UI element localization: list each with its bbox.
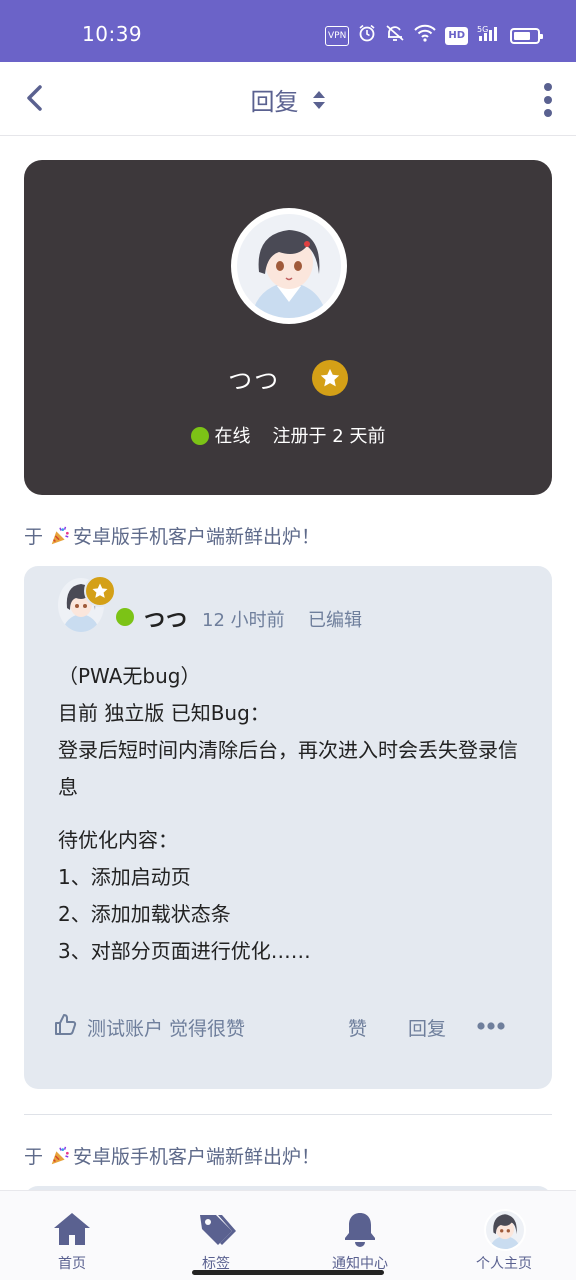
divider: [24, 1114, 552, 1115]
svg-text:5G: 5G: [477, 25, 488, 34]
avatar-image: [237, 214, 341, 318]
post-line: 1、添加启动页: [58, 865, 191, 889]
post-edited-label: 已编辑: [308, 610, 362, 631]
post-line: 2、添加加载状态条: [58, 902, 231, 926]
top-app-bar: 回复: [0, 62, 576, 136]
user-profile-card: つつ 在线 注册于 2 天前: [24, 160, 552, 495]
thread-prefix: 于: [24, 526, 44, 548]
author-badge[interactable]: [84, 575, 116, 607]
party-popper-icon: [51, 1146, 69, 1165]
avatar: [484, 1209, 526, 1251]
page-title: 回复: [250, 88, 299, 116]
profile-username: つつ: [228, 366, 281, 395]
post-header: つつ 12 小时前 已编辑: [58, 575, 538, 634]
post-actions: 测试账户 觉得很赞 赞 回复: [54, 1010, 524, 1042]
online-status-text: 在线: [214, 426, 251, 447]
post-line: 登录后短时间内清除后台，再次进入时会丢失登录信息: [58, 738, 518, 799]
home-icon: [54, 1213, 90, 1245]
post-card: つつ 12 小时前 已编辑 （PWA无bug） 目前 独立版 已知Bug： 登录…: [24, 566, 552, 1089]
sort-selector[interactable]: 回复: [0, 82, 576, 117]
battery-icon: [510, 28, 543, 44]
hd-icon: HD: [445, 27, 468, 45]
post-line: 待优化内容：: [58, 828, 178, 852]
online-status-dot: [116, 608, 134, 626]
sort-updown-icon: [312, 90, 325, 109]
user-badge[interactable]: [311, 360, 348, 396]
party-popper-icon: [51, 526, 69, 545]
vpn-icon: VPN: [325, 26, 350, 46]
alarm-icon: [358, 24, 376, 48]
post-line: （PWA无bug）: [58, 664, 201, 688]
post-author-name[interactable]: つつ: [144, 604, 188, 634]
thread-link[interactable]: 于 安卓版手机客户端新鲜出炉！: [24, 522, 320, 549]
nav-tags[interactable]: 标签: [144, 1191, 288, 1281]
nav-profile-label: 个人主页: [476, 1256, 532, 1272]
tags-icon: [200, 1215, 236, 1245]
bell-icon: [345, 1213, 375, 1247]
vertical-dots-icon: [544, 83, 552, 117]
more-menu-button[interactable]: [540, 82, 556, 118]
nav-profile[interactable]: 个人主页: [432, 1191, 576, 1281]
thumbs-up-icon: [55, 1014, 77, 1035]
thread-title: 安卓版手机客户端新鲜出炉！: [73, 526, 321, 548]
avatar[interactable]: [231, 208, 347, 324]
nav-notifications[interactable]: 通知中心: [288, 1191, 432, 1281]
home-indicator[interactable]: [192, 1270, 384, 1275]
post-line: 目前 独立版 已知Bug：: [58, 701, 270, 725]
profile-meta: 在线 注册于 2 天前: [24, 422, 552, 448]
star-icon: [92, 583, 108, 598]
post-timestamp[interactable]: 12 小时前: [202, 606, 285, 632]
nav-home-label: 首页: [58, 1256, 86, 1272]
signal-5g-icon: 5G: [477, 24, 501, 48]
thread-link[interactable]: 于 安卓版手机客户端新鲜出炉！: [24, 1142, 320, 1169]
liked-by-text[interactable]: 测试账户 觉得很赞: [87, 1014, 245, 1041]
thread-prefix: 于: [24, 1146, 44, 1168]
status-bar: 10:39 VPN HD 5G: [0, 0, 576, 62]
mute-icon: [385, 24, 405, 48]
wifi-icon: [414, 24, 437, 48]
post-line: 3、对部分页面进行优化……: [58, 939, 311, 963]
like-button[interactable]: 赞: [348, 1014, 367, 1041]
more-horizontal-icon[interactable]: [477, 1010, 505, 1042]
post-content: （PWA无bug） 目前 独立版 已知Bug： 登录后短时间内清除后台，再次进入…: [58, 658, 528, 970]
nav-home[interactable]: 首页: [0, 1191, 144, 1281]
registered-text: 注册于 2 天前: [272, 426, 386, 447]
reply-button[interactable]: 回复: [408, 1014, 446, 1041]
star-icon: [320, 368, 339, 387]
online-status-dot: [190, 427, 209, 445]
thread-title: 安卓版手机客户端新鲜出炉！: [73, 1146, 321, 1168]
status-time: 10:39: [82, 22, 143, 46]
status-icons: VPN HD 5G: [325, 24, 543, 48]
bottom-navigation: 首页 标签 通知中心 个人主页: [0, 1190, 576, 1280]
profile-name-row: つつ: [24, 360, 552, 396]
